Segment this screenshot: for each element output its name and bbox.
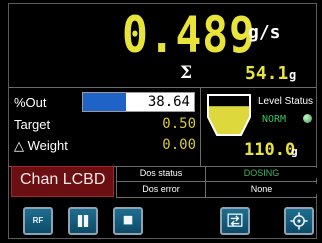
weight-value: 0.00: [162, 137, 196, 153]
pause-icon: [77, 215, 89, 227]
target-button[interactable]: [284, 207, 314, 235]
swap-button[interactable]: [220, 207, 250, 235]
pause-button[interactable]: [68, 207, 98, 235]
status-grid-line: [116, 181, 317, 182]
total-value: 54.1: [245, 63, 289, 84]
top-divider: [8, 87, 317, 88]
dos-error-label: Dos error: [117, 184, 205, 194]
sigma-icon: Σ: [180, 63, 193, 83]
out-bar-fill: [83, 93, 127, 111]
flow-rate-unit: g/s: [248, 22, 281, 43]
target-label: Target: [14, 117, 51, 132]
channel-label: Chan LCBD: [20, 171, 106, 188]
out-value: 38.64: [147, 94, 190, 110]
dos-status-label: Dos status: [117, 168, 205, 178]
out-label: %Out: [14, 95, 47, 110]
stop-icon: [123, 215, 133, 225]
feeder-screen: 0.489 g/s Σ 54.1 g %Out 38.64 Target 0.5…: [0, 0, 322, 243]
level-status-label: Level Status: [258, 96, 314, 107]
dos-status-value: DOSING: [206, 168, 317, 178]
channel-button[interactable]: Chan LCBD: [11, 166, 114, 197]
weight-label: △ Weight: [14, 138, 68, 153]
stop-button[interactable]: [113, 207, 143, 235]
dos-error-value: None: [206, 184, 317, 194]
level-weight-unit: g: [291, 145, 298, 158]
level-status-led-icon: [303, 114, 312, 123]
total-unit: g: [289, 68, 297, 82]
hopper-level-icon: [207, 94, 251, 136]
rf-label: RF: [32, 216, 44, 225]
level-divider: [200, 88, 201, 166]
level-status-value: NORM: [262, 114, 287, 125]
out-value-field[interactable]: 38.64: [82, 92, 195, 112]
swap-icon: [227, 213, 243, 227]
target-icon: [290, 212, 308, 230]
level-weight-value: 110.0: [244, 140, 296, 160]
flow-rate-value: 0.489: [122, 6, 256, 64]
rf-button[interactable]: RF: [23, 207, 53, 235]
status-grid-line: [116, 197, 317, 198]
target-value[interactable]: 0.50: [162, 116, 196, 132]
